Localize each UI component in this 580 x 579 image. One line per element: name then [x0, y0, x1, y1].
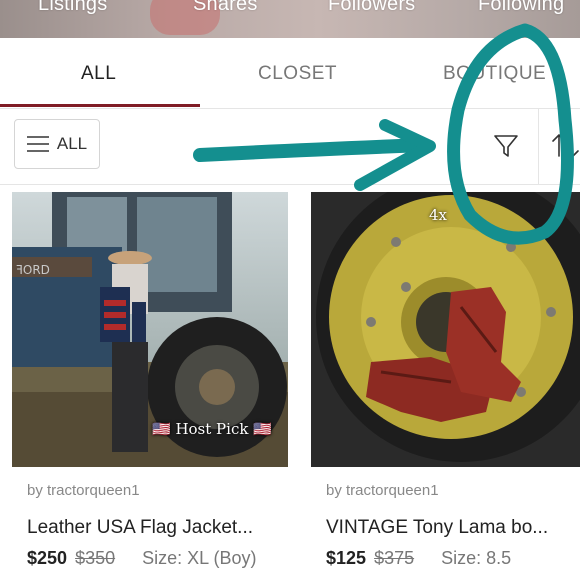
listing-original-price: $350	[75, 548, 116, 568]
listing-price-row: $125 $375 Size: 8.5	[326, 548, 511, 569]
listing-price: $125	[326, 548, 367, 568]
stat-shares[interactable]: Shares	[193, 0, 258, 16]
listing-card[interactable]: ꟻORD 🇺🇸 Host Pick 🇺🇸 by tractorqueen1 Le…	[12, 192, 288, 568]
listing-card[interactable]: 4x by tractorqueen1 VINTAGE Tony Lama bo…	[311, 192, 580, 568]
tab-closet[interactable]: CLOSET	[258, 63, 337, 85]
listing-price-row: $250 $350 Size: XL (Boy)	[27, 548, 257, 569]
filter-toolbar: ALL	[0, 108, 580, 185]
boots-photo	[311, 192, 580, 467]
listing-size: Size: 8.5	[441, 548, 512, 568]
stat-following[interactable]: Following	[478, 0, 564, 16]
funnel-icon	[494, 135, 518, 157]
listing-badge: 4x	[429, 206, 448, 224]
listing-size: Size: XL (Boy)	[142, 548, 257, 568]
stat-followers[interactable]: Followers	[328, 0, 415, 16]
closet-tabs: ALL CLOSET BOUTIQUE	[0, 38, 580, 109]
category-filter-label: ALL	[56, 134, 88, 153]
listing-seller[interactable]: by tractorqueen1	[326, 482, 439, 499]
tab-all[interactable]: ALL	[81, 63, 116, 85]
toolbar-divider	[538, 108, 539, 184]
stat-listings[interactable]: Listings	[38, 0, 107, 16]
listing-photo[interactable]: 4x	[311, 192, 580, 467]
svg-text:ꟻORD: ꟻORD	[16, 263, 50, 277]
listing-title[interactable]: VINTAGE Tony Lama bo...	[326, 517, 548, 539]
listing-title[interactable]: Leather USA Flag Jacket...	[27, 517, 253, 539]
listing-seller[interactable]: by tractorqueen1	[27, 482, 140, 499]
listing-photo[interactable]: ꟻORD 🇺🇸 Host Pick 🇺🇸	[12, 192, 288, 467]
filter-button[interactable]	[478, 126, 534, 166]
active-tab-indicator	[0, 104, 200, 107]
hamburger-icon	[26, 136, 49, 152]
host-pick-badge: 🇺🇸 Host Pick 🇺🇸	[152, 420, 272, 438]
tab-boutique[interactable]: BOUTIQUE	[443, 63, 546, 85]
listing-price: $250	[27, 548, 68, 568]
listing-original-price: $375	[374, 548, 415, 568]
sort-icon	[552, 134, 579, 158]
sort-button[interactable]	[548, 126, 580, 166]
profile-stats-bar: Listings Shares Followers Following	[0, 0, 580, 38]
category-filter-button[interactable]: ALL	[14, 119, 100, 169]
